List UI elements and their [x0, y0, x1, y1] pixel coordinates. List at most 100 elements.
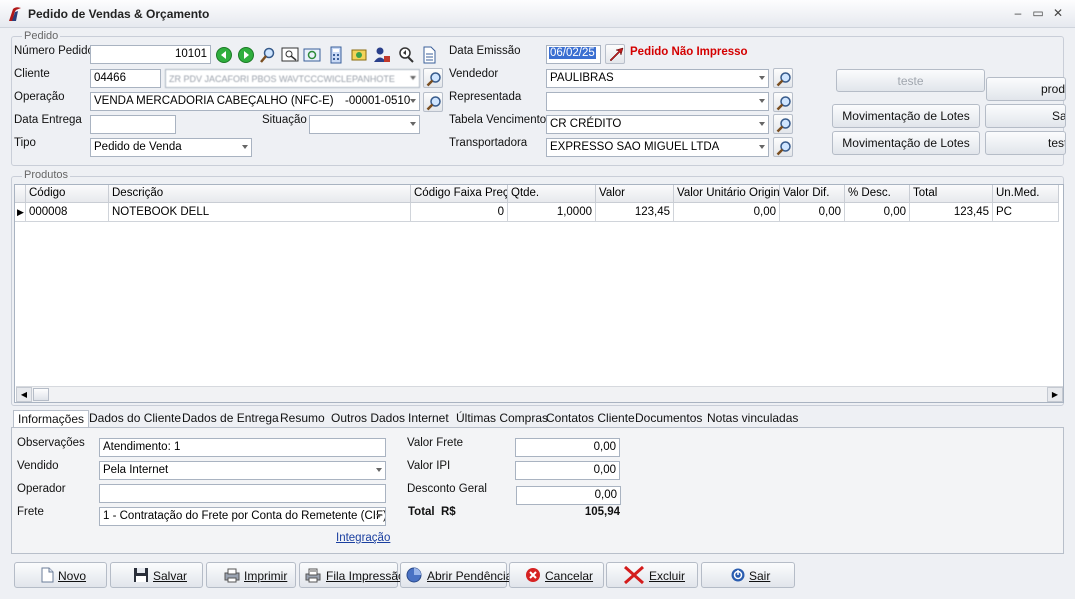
vendido-label: Vendido [17, 460, 59, 472]
valor-ipi-field[interactable]: 0,00 [515, 461, 620, 480]
operacao-combo[interactable]: VENDA MERCADORIA CABEÇALHO (NFC-E) -00001… [90, 92, 420, 111]
abrir-pendencia-button[interactable]: Abrir Pendência [400, 562, 512, 588]
table-cell[interactable]: 0,00 [780, 203, 845, 222]
column-header[interactable]: Total [910, 185, 993, 203]
vendedor-search-button[interactable] [773, 68, 793, 88]
column-header[interactable]: Valor [596, 185, 674, 203]
table-cell[interactable]: 0,00 [674, 203, 780, 222]
test-button[interactable]: test [985, 131, 1066, 155]
teste-button[interactable]: teste [836, 69, 985, 92]
search-icon [776, 118, 791, 133]
representada-combo[interactable] [546, 92, 769, 111]
minimize-icon[interactable]: – [1011, 6, 1025, 20]
column-header[interactable]: Valor Unitário Original [674, 185, 780, 203]
document-icon[interactable] [419, 45, 439, 65]
representada-search-button[interactable] [773, 92, 793, 112]
vendedor-combo[interactable]: PAULIBRAS [546, 69, 769, 88]
horizontal-scrollbar[interactable]: ◀ ▶ [16, 386, 1063, 402]
user-lock-icon[interactable] [372, 45, 392, 65]
table-cell[interactable]: 123,45 [596, 203, 674, 222]
excluir-label: Excluir [649, 569, 686, 583]
operador-field[interactable] [99, 484, 386, 503]
money-transfer-icon[interactable] [349, 45, 369, 65]
valor-frete-field[interactable]: 0,00 [515, 438, 620, 457]
calculator-icon[interactable] [326, 45, 346, 65]
table-cell[interactable]: NOTEBOOK DELL [109, 203, 411, 222]
cliente-label: Cliente [14, 68, 50, 80]
column-header[interactable]: % Desc. [845, 185, 910, 203]
column-header[interactable]: Descrição [109, 185, 411, 203]
data-emissao-field[interactable]: 06/02/25 [546, 45, 601, 64]
transportadora-combo[interactable]: EXPRESSO SAO MIGUEL LTDA [546, 138, 769, 157]
imprimir-button[interactable]: Imprimir [206, 562, 296, 588]
tab-dados-cliente[interactable]: Dados do Cliente [85, 410, 185, 428]
print-status-button[interactable] [605, 44, 625, 64]
table-cell[interactable]: 0,00 [845, 203, 910, 222]
desconto-geral-field[interactable]: 0,00 [516, 486, 621, 505]
cliente-search-button[interactable] [423, 68, 443, 88]
operacao-search-button[interactable] [423, 92, 443, 112]
imprimir-label: Imprimir [244, 569, 288, 583]
screen-search-icon[interactable] [280, 45, 300, 65]
pie-chart-icon [406, 567, 422, 583]
tab-informacoes[interactable]: Informações [13, 410, 90, 428]
situacao-combo[interactable] [309, 115, 420, 134]
scroll-right-icon[interactable]: ▶ [1047, 387, 1063, 402]
salvar-button[interactable]: Salvar [110, 562, 203, 588]
cliente-code-field[interactable]: 04466 [90, 69, 161, 88]
tabela-combo[interactable]: CR CRÉDITO [546, 115, 769, 134]
refresh-window-icon[interactable] [302, 45, 322, 65]
previous-icon[interactable] [214, 45, 234, 65]
tab-contatos-cliente[interactable]: Contatos Cliente [542, 410, 639, 428]
tab-dados-entrega[interactable]: Dados de Entrega [178, 410, 283, 428]
tab-resumo[interactable]: Resumo [276, 410, 329, 428]
close-icon[interactable]: ✕ [1051, 6, 1065, 20]
column-header[interactable]: Código [26, 185, 109, 203]
data-entrega-field[interactable] [90, 115, 176, 134]
cancelar-button[interactable]: Cancelar [509, 562, 604, 588]
table-cell[interactable]: PC [993, 203, 1059, 222]
tabela-search-button[interactable] [773, 114, 793, 134]
search-order-icon[interactable] [258, 45, 278, 65]
table-cell[interactable]: 0 [411, 203, 508, 222]
table-cell[interactable]: 1,0000 [508, 203, 596, 222]
tab-documentos[interactable]: Documentos [631, 410, 706, 428]
sair-button[interactable]: Sair [701, 562, 795, 588]
print-queue-icon [305, 568, 321, 583]
next-icon[interactable] [236, 45, 256, 65]
column-header[interactable]: Valor Dif. [780, 185, 845, 203]
pedido-legend: Pedido [22, 30, 61, 42]
table-cell[interactable]: 123,45 [910, 203, 993, 222]
observacoes-field[interactable]: Atendimento: 1 [99, 438, 386, 457]
fila-impressao-button[interactable]: Fila Impressão [299, 562, 405, 588]
column-header[interactable]: Qtde. [508, 185, 596, 203]
movimentacao-lotes-button-1[interactable]: Movimentação de Lotes [832, 104, 980, 128]
tools-icon[interactable] [396, 45, 416, 65]
excluir-button[interactable]: Excluir [606, 562, 698, 588]
maximize-icon[interactable]: ▭ [1031, 6, 1045, 20]
scroll-left-icon[interactable]: ◀ [16, 387, 32, 402]
sal-button[interactable]: Sal [985, 104, 1066, 128]
produtos-grid[interactable]: Código Descrição Código Faixa Preço Qtde… [14, 184, 1064, 403]
cliente-name-combo[interactable]: ZR PDV JACAFORI PBOS WAVTCCCWICLEPANHOTE [165, 69, 420, 88]
chevron-down-icon [410, 76, 416, 80]
produ-button[interactable]: produ [986, 77, 1066, 101]
transportadora-search-button[interactable] [773, 137, 793, 157]
vendido-combo[interactable]: Pela Internet [99, 461, 386, 480]
frete-combo[interactable]: 1 - Contratação do Frete por Conta do Re… [99, 507, 386, 526]
tab-notas-vinculadas[interactable]: Notas vinculadas [703, 410, 802, 428]
tab-outros-dados[interactable]: Outros Dados [327, 410, 409, 428]
column-header[interactable]: Código Faixa Preço [411, 185, 508, 203]
movimentacao-lotes-button-2[interactable]: Movimentação de Lotes [832, 131, 980, 155]
tab-ultimas-compras[interactable]: Últimas Compras [452, 410, 552, 428]
novo-button[interactable]: Novo [14, 562, 107, 588]
numero-pedido-field[interactable]: 10101 [90, 45, 211, 64]
tab-internet[interactable]: Internet [404, 410, 453, 428]
table-cell[interactable]: 000008 [26, 203, 109, 222]
column-header[interactable]: Un.Med. [993, 185, 1059, 203]
operacao-code: -00001-0510 [345, 95, 411, 107]
scroll-thumb[interactable] [33, 388, 49, 401]
cliente-name-value: ZR PDV JACAFORI PBOS WAVTCCCWICLEPANHOTE [169, 74, 395, 84]
tipo-combo[interactable]: Pedido de Venda [90, 138, 252, 157]
integracao-link[interactable]: Integração [336, 532, 390, 544]
